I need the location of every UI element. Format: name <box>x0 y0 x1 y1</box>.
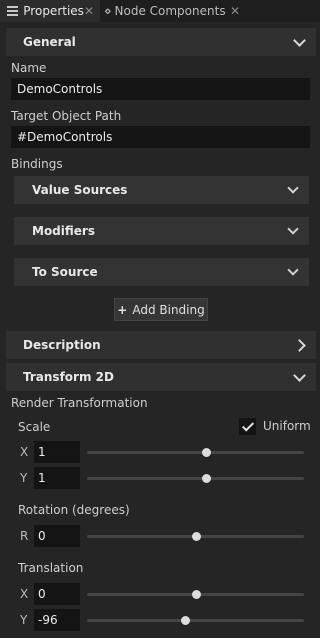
scale-x-input[interactable]: 1 <box>34 441 80 463</box>
uniform-label: Uniform <box>263 419 311 433</box>
section-transform-2d-header[interactable]: Transform 2D <box>6 363 316 391</box>
section-description-header[interactable]: Description <box>6 331 316 359</box>
slider-track <box>87 619 304 622</box>
tab-bar: Properties ✕ ⋄ Node Components ✕ <box>0 0 320 22</box>
rotation-slider[interactable] <box>87 525 304 547</box>
translation-y-slider[interactable] <box>87 609 304 631</box>
tab-node-components[interactable]: ⋄ Node Components ✕ <box>100 0 246 22</box>
section-description-title: Description <box>23 338 101 352</box>
slider-thumb[interactable] <box>180 616 190 625</box>
node-components-icon: ⋄ <box>104 4 112 18</box>
name-label: Name <box>11 61 47 75</box>
section-general-title: General <box>23 35 76 49</box>
translation-x-slider[interactable] <box>87 583 304 605</box>
tab-properties-label: Properties <box>23 4 84 18</box>
close-icon[interactable]: ✕ <box>230 4 240 18</box>
translation-x-input[interactable]: 0 <box>34 583 80 605</box>
rotation-axis-label: R <box>20 529 29 543</box>
tab-properties[interactable]: Properties ✕ <box>0 0 100 22</box>
list-icon <box>7 5 19 17</box>
scale-y-axis-label: Y <box>20 471 28 485</box>
uniform-checkbox[interactable] <box>239 418 256 435</box>
chevron-down-icon <box>287 223 299 235</box>
binding-group-label: Modifiers <box>32 224 95 238</box>
scale-y-input[interactable]: 1 <box>34 467 80 489</box>
binding-group-label: To Source <box>32 265 98 279</box>
plus-icon: + <box>117 302 128 317</box>
slider-thumb[interactable] <box>202 448 212 457</box>
rotation-label: Rotation (degrees) <box>18 503 130 517</box>
rotation-input[interactable]: 0 <box>34 525 80 547</box>
binding-group-label: Value Sources <box>32 183 128 197</box>
name-field[interactable]: DemoControls <box>11 78 310 100</box>
target-path-label: Target Object Path <box>11 109 122 123</box>
scale-y-slider[interactable] <box>87 467 304 489</box>
chevron-down-icon <box>293 368 306 382</box>
translation-label: Translation <box>18 561 84 575</box>
add-binding-button[interactable]: + Add Binding <box>114 298 208 321</box>
translation-y-input[interactable]: -96 <box>34 609 80 631</box>
close-icon[interactable]: ✕ <box>84 4 94 18</box>
chevron-down-icon <box>287 182 299 194</box>
binding-group-modifiers[interactable]: Modifiers <box>14 217 309 245</box>
translation-x-axis-label: X <box>20 587 29 601</box>
add-binding-label: Add Binding <box>132 302 205 317</box>
slider-thumb[interactable] <box>191 532 201 541</box>
translation-y-axis-label: Y <box>20 613 28 627</box>
section-transform-2d-title: Transform 2D <box>23 370 114 384</box>
check-icon <box>241 418 254 432</box>
scale-label: Scale <box>18 420 51 434</box>
chevron-down-icon <box>293 33 306 47</box>
section-general-header[interactable]: General <box>6 28 316 56</box>
scale-x-axis-label: X <box>20 445 29 459</box>
slider-track <box>87 451 304 454</box>
chevron-right-icon <box>293 338 306 352</box>
slider-track <box>87 477 304 480</box>
scale-x-slider[interactable] <box>87 441 304 463</box>
slider-thumb[interactable] <box>202 474 212 483</box>
bindings-label: Bindings <box>11 157 63 171</box>
tab-node-components-label: Node Components <box>114 4 226 18</box>
binding-group-to-source[interactable]: To Source <box>14 258 309 286</box>
chevron-down-icon <box>287 264 299 276</box>
slider-thumb[interactable] <box>191 590 201 599</box>
render-transformation-label: Render Transformation <box>11 396 148 410</box>
target-path-field[interactable]: #DemoControls <box>11 126 310 148</box>
binding-group-value-sources[interactable]: Value Sources <box>14 176 309 204</box>
